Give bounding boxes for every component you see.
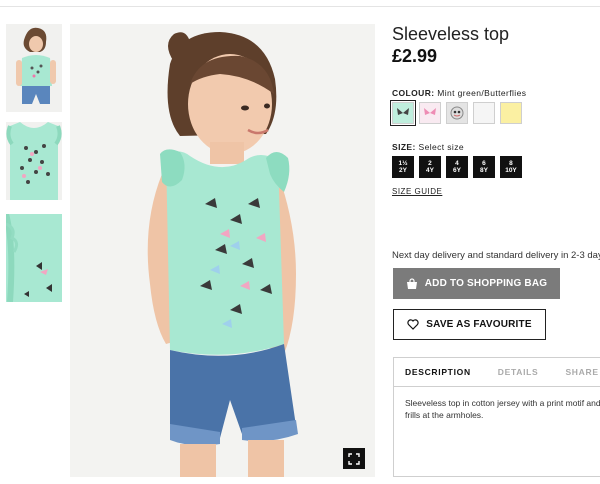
fullscreen-button[interactable] xyxy=(343,448,365,469)
description-text: Sleeveless top in cotton jersey with a p… xyxy=(405,398,600,420)
add-to-bag-button[interactable]: ADD TO SHOPPING BAG xyxy=(393,268,560,299)
save-favourite-label: SAVE AS FAVOURITE xyxy=(426,319,532,330)
delivery-info: Next day delivery and standard delivery … xyxy=(392,250,600,261)
butterfly-icon xyxy=(424,108,436,115)
save-favourite-button[interactable]: SAVE AS FAVOURITE xyxy=(393,309,546,340)
colour-swatches xyxy=(390,100,522,126)
product-price: £2.99 xyxy=(392,46,438,66)
product-info-panel: DESCRIPTION DETAILS SHARE Sleeveless top… xyxy=(393,357,600,477)
size-option-4-6y[interactable]: 4 6Y xyxy=(446,156,468,178)
thumbnail-2[interactable] xyxy=(6,122,62,200)
swatch-yellow[interactable] xyxy=(500,102,522,124)
size-option-2-4y[interactable]: 2 4Y xyxy=(419,156,441,178)
thumbnail-detail-image xyxy=(6,214,62,302)
thumbnail-3[interactable] xyxy=(6,214,62,302)
butterfly-icon xyxy=(397,108,409,115)
tab-description[interactable]: DESCRIPTION xyxy=(405,367,471,377)
product-title: Sleeveless top xyxy=(392,24,510,44)
size-option-1-2y[interactable]: 1½ 2Y xyxy=(392,156,414,178)
swatch-mint-butterflies[interactable] xyxy=(390,100,416,126)
thumbnail-girl-image xyxy=(6,24,62,112)
fullscreen-icon xyxy=(348,452,360,465)
size-option-6-8y[interactable]: 6 8Y xyxy=(473,156,495,178)
size-guide-link[interactable]: SIZE GUIDE xyxy=(392,187,442,196)
swatch-print[interactable] xyxy=(446,102,468,124)
add-to-bag-label: ADD TO SHOPPING BAG xyxy=(424,278,548,289)
main-product-image xyxy=(70,24,375,477)
tab-share[interactable]: SHARE xyxy=(565,367,598,377)
swatch-white[interactable] xyxy=(473,102,495,124)
thumbnail-top-flat-image xyxy=(6,122,62,200)
info-tabs: DESCRIPTION DETAILS SHARE xyxy=(394,358,600,387)
print-face-icon xyxy=(450,106,464,120)
size-options: 1½ 2Y 2 4Y 4 6Y 6 8Y 8 10Y xyxy=(392,156,522,178)
colour-label: COLOUR: Mint green/Butterflies xyxy=(392,88,527,98)
tab-details[interactable]: DETAILS xyxy=(498,367,539,377)
swatch-pink-butterflies[interactable] xyxy=(419,102,441,124)
colour-value: Mint green/Butterflies xyxy=(437,88,527,98)
size-option-8-10y[interactable]: 8 10Y xyxy=(500,156,522,178)
size-value: Select size xyxy=(418,142,465,152)
size-label: SIZE: Select size xyxy=(392,142,465,152)
heart-icon xyxy=(407,319,419,330)
top-divider xyxy=(0,6,600,7)
thumbnail-1[interactable] xyxy=(6,24,62,112)
shopping-bag-icon xyxy=(406,277,417,289)
girl-in-mint-top-image xyxy=(70,24,375,477)
